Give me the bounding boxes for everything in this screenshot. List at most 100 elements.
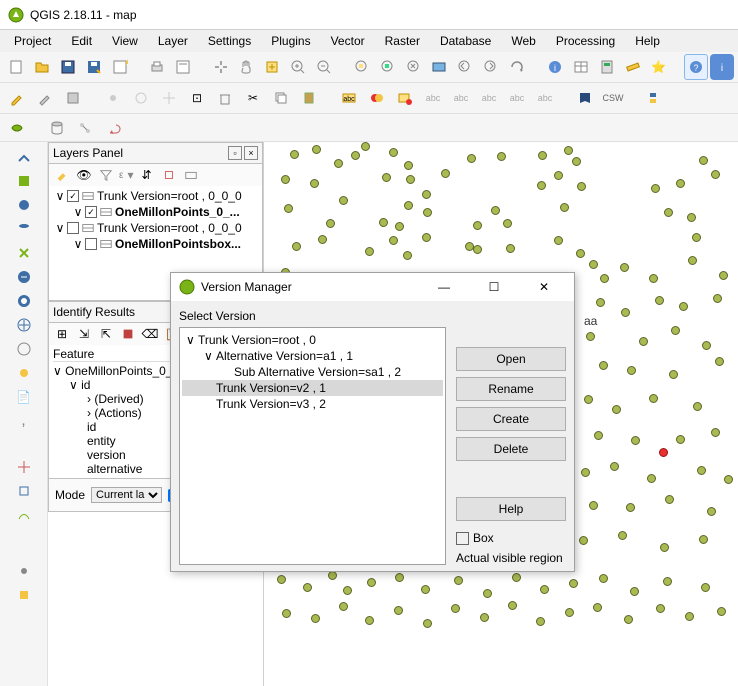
layer-row[interactable]: ∨ Trunk Version=root , 0_0_0 [51,220,260,236]
menu-vector[interactable]: Vector [323,32,373,50]
bookmark-icon[interactable]: ⭐ [647,54,671,80]
map-point[interactable] [671,326,680,335]
map-point[interactable] [339,602,348,611]
map-point[interactable] [282,609,291,618]
copy-icon[interactable] [268,85,294,111]
tool-abc4[interactable]: abc [504,85,530,111]
style-icon[interactable] [53,166,71,184]
move-icon[interactable] [156,85,182,111]
map-point[interactable] [404,201,413,210]
v-snap-icon[interactable] [13,480,35,502]
tree-view-icon[interactable]: ⊞ [53,325,71,343]
expand-icon[interactable]: ⇵ [138,166,156,184]
map-point[interactable] [717,607,726,616]
map-point[interactable] [594,431,603,440]
map-point[interactable] [631,436,640,445]
map-point[interactable] [579,536,588,545]
menu-web[interactable]: Web [503,32,543,50]
open-button[interactable]: Open [456,347,566,371]
map-point[interactable] [310,179,319,188]
map-point[interactable] [665,495,674,504]
map-point[interactable] [311,614,320,623]
info-icon[interactable]: i [710,54,734,80]
map-point[interactable] [351,151,360,160]
add-feature-icon[interactable] [100,85,126,111]
delete-icon[interactable] [212,85,238,111]
maximize-icon[interactable]: ☐ [472,273,516,301]
edit-icon[interactable] [4,85,30,111]
map-point[interactable] [711,428,720,437]
map-point[interactable] [688,256,697,265]
map-point[interactable] [663,577,672,586]
map-point[interactable] [422,190,431,199]
map-point[interactable] [630,587,639,596]
form-view-icon[interactable] [119,325,137,343]
map-point[interactable] [676,435,685,444]
table-icon[interactable] [569,54,593,80]
pan-icon[interactable] [209,54,233,80]
map-point[interactable] [669,370,678,379]
layer-row[interactable]: ∨ ✓ OneMillonPoints_0_... [51,204,260,220]
map-point[interactable] [569,579,578,588]
layer-checkbox[interactable] [67,222,79,234]
zoom-last-icon[interactable] [453,54,477,80]
version-row[interactable]: ∨ Trunk Version=root , 0 [182,332,443,348]
calculator-icon[interactable] [595,54,619,80]
group-icon[interactable] [182,166,200,184]
map-point[interactable] [382,173,391,182]
menu-settings[interactable]: Settings [200,32,259,50]
db-icon[interactable] [44,115,70,141]
map-point[interactable] [626,503,635,512]
expand-icon[interactable]: ∨ [55,189,65,203]
map-point[interactable] [584,395,593,404]
tool-abc1[interactable]: abc [420,85,446,111]
new-icon[interactable] [4,54,28,80]
map-point[interactable] [389,148,398,157]
mode-select[interactable]: Current la [91,487,162,503]
map-point[interactable] [699,156,708,165]
menu-view[interactable]: View [104,32,146,50]
map-point[interactable] [621,308,630,317]
map-point[interactable] [537,181,546,190]
map-point[interactable] [318,235,327,244]
menu-plugins[interactable]: Plugins [263,32,318,50]
map-point[interactable] [687,213,696,222]
map-point[interactable] [394,606,403,615]
map-point[interactable] [540,585,549,594]
map-point[interactable] [624,615,633,624]
map-point[interactable] [676,179,685,188]
layer-row[interactable]: ∨ ✓ Trunk Version=root , 0_0_0 [51,188,260,204]
map-point[interactable] [281,175,290,184]
python-icon[interactable] [640,85,666,111]
map-point[interactable] [707,507,716,516]
map-point[interactable] [406,175,415,184]
pan-selection-icon[interactable] [260,54,284,80]
eye-icon[interactable]: 👁 [75,166,93,184]
label-diagram-icon[interactable] [392,85,418,111]
map-point[interactable] [365,616,374,625]
map-point[interactable] [565,608,574,617]
map-point[interactable] [480,613,489,622]
map-point[interactable] [326,219,335,228]
map-point[interactable] [497,152,506,161]
map-point[interactable] [627,366,636,375]
book-icon[interactable] [572,85,598,111]
map-point[interactable] [491,206,500,215]
save-icon[interactable] [56,54,80,80]
box-checkbox[interactable] [456,532,469,545]
close-icon[interactable]: × [244,146,258,160]
zoom-out-icon[interactable] [312,54,336,80]
map-point[interactable] [467,154,476,163]
version-list[interactable]: ∨ Trunk Version=root , 0∨ Alternative Ve… [179,327,446,565]
map-point[interactable] [647,474,656,483]
map-point[interactable] [506,244,515,253]
map-point[interactable] [701,583,710,592]
map-point[interactable] [655,296,664,305]
map-point[interactable] [395,222,404,231]
zoom-in-icon[interactable] [286,54,310,80]
v-add-postgis-icon[interactable] [13,218,35,240]
version-row[interactable]: Trunk Version=v2 , 1 [182,380,443,396]
layer-checkbox[interactable]: ✓ [85,206,97,218]
version-row[interactable]: ∨ Alternative Version=a1 , 1 [182,348,443,364]
map-point[interactable] [503,219,512,228]
